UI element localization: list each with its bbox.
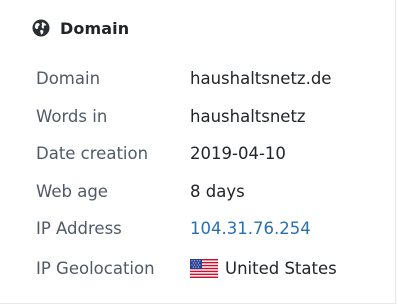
row-label: IP Address bbox=[36, 218, 122, 238]
row-label: Web age bbox=[36, 181, 108, 201]
row-value: 2019-04-10 bbox=[190, 143, 286, 163]
us-flag-icon bbox=[190, 258, 218, 278]
section-header: Domain bbox=[32, 16, 129, 40]
domain-info-panel: Domain Domain haushaltsnetz.de Words in … bbox=[0, 0, 396, 304]
row-value: haushaltsnetz.de bbox=[190, 68, 332, 88]
row-label: Domain bbox=[36, 68, 101, 88]
info-row-ip-address: IP Address 104.31.76.254 bbox=[36, 216, 395, 240]
geolocation-country: United States bbox=[225, 258, 337, 278]
section-title: Domain bbox=[60, 18, 130, 38]
row-value-geolocation: United States bbox=[190, 258, 337, 278]
row-label: Date creation bbox=[36, 143, 149, 163]
info-row-web-age: Web age 8 days bbox=[36, 179, 395, 203]
row-value: haushaltsnetz bbox=[190, 106, 306, 126]
info-row-words-in: Words in haushaltsnetz bbox=[36, 104, 395, 128]
row-value: 8 days bbox=[190, 181, 245, 201]
ip-address-link[interactable]: 104.31.76.254 bbox=[190, 219, 311, 238]
info-row-domain: Domain haushaltsnetz.de bbox=[36, 66, 395, 90]
row-label: Words in bbox=[36, 106, 108, 126]
row-label: IP Geolocation bbox=[36, 258, 155, 278]
info-row-date-creation: Date creation 2019-04-10 bbox=[36, 141, 395, 165]
info-row-ip-geolocation: IP Geolocation United States bbox=[36, 256, 395, 280]
globe-icon bbox=[32, 19, 50, 37]
